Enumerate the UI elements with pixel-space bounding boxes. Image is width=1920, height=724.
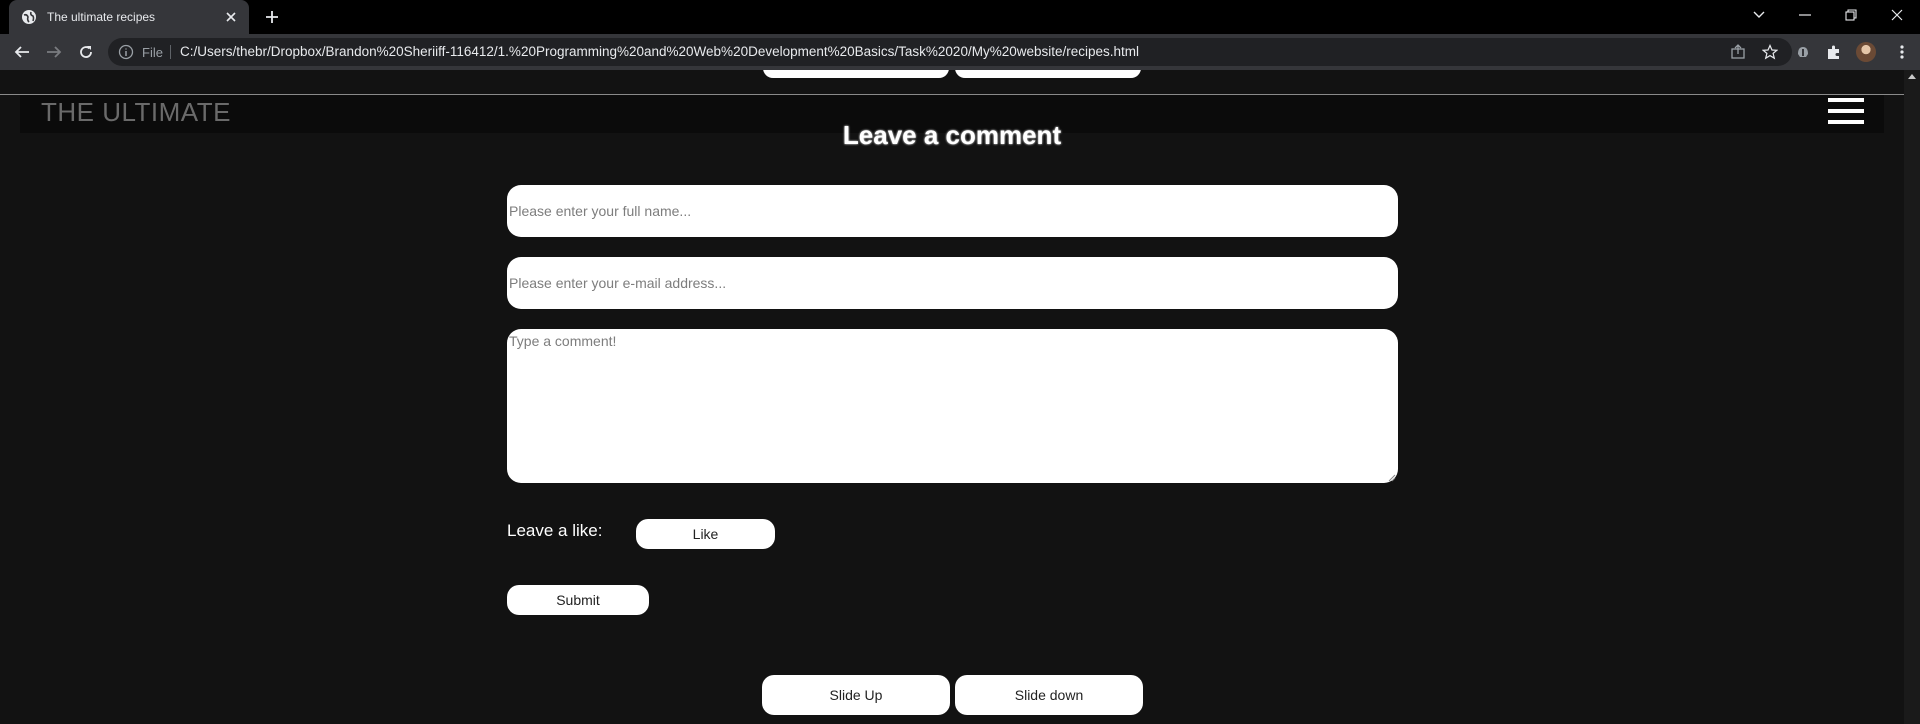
full-name-input[interactable] xyxy=(507,185,1398,237)
page-viewport: THE ULTIMATE Leave a comment Leave a lik… xyxy=(0,70,1920,724)
share-icon[interactable] xyxy=(1730,44,1746,60)
reload-icon[interactable] xyxy=(75,41,97,63)
globe-icon xyxy=(21,9,37,25)
address-divider xyxy=(170,45,171,59)
slide-up-button[interactable]: Slide Up xyxy=(762,675,950,715)
slide-down-button-offscreen[interactable] xyxy=(955,70,1141,78)
star-icon[interactable] xyxy=(1761,44,1779,60)
address-bar[interactable]: File C:/Users/thebr/Dropbox/Brandon%20Sh… xyxy=(108,38,1792,66)
minimize-icon[interactable] xyxy=(1782,0,1828,30)
info-icon[interactable] xyxy=(118,44,134,60)
like-label: Leave a like: xyxy=(507,521,603,540)
address-url[interactable]: C:/Users/thebr/Dropbox/Brandon%20Sheriif… xyxy=(180,44,1139,59)
comment-textarea[interactable] xyxy=(507,329,1398,483)
slide-down-button[interactable]: Slide down xyxy=(955,675,1143,715)
browser-tab[interactable]: The ultimate recipes xyxy=(9,0,249,34)
resize-handle-icon[interactable] xyxy=(1387,473,1396,482)
tab-search-icon[interactable] xyxy=(1736,0,1782,30)
new-tab-icon[interactable] xyxy=(262,7,282,27)
like-button[interactable]: Like xyxy=(636,519,775,549)
comment-section-title: Leave a comment xyxy=(842,120,1062,150)
back-icon[interactable] xyxy=(11,41,33,63)
scheme-label: File xyxy=(142,45,163,60)
browser-tab-bar: The ultimate recipes xyxy=(0,0,1920,34)
email-input[interactable] xyxy=(507,257,1398,309)
menu-icon[interactable] xyxy=(1893,43,1911,61)
puzzle-icon[interactable] xyxy=(1825,43,1843,61)
submit-button[interactable]: Submit xyxy=(507,585,649,615)
close-window-icon[interactable] xyxy=(1874,0,1920,30)
scroll-up-arrow-icon[interactable] xyxy=(1908,74,1916,79)
tab-title: The ultimate recipes xyxy=(47,10,156,24)
slide-up-button-offscreen[interactable] xyxy=(763,70,949,78)
profile-avatar[interactable] xyxy=(1856,42,1876,62)
extension-icon[interactable] xyxy=(1794,43,1812,61)
close-icon[interactable] xyxy=(223,9,239,25)
forward-icon[interactable] xyxy=(43,41,65,63)
page-scrollbar[interactable] xyxy=(1904,70,1920,724)
restore-icon[interactable] xyxy=(1828,0,1874,30)
browser-toolbar: File C:/Users/thebr/Dropbox/Brandon%20Sh… xyxy=(0,34,1920,70)
